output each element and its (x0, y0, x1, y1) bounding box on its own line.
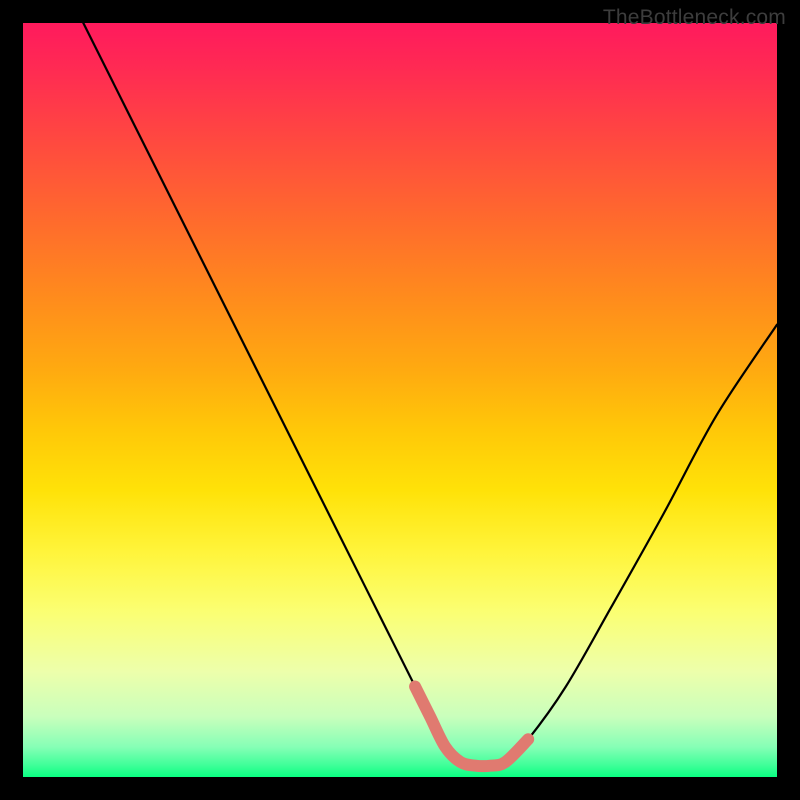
bottleneck-chart (23, 23, 777, 777)
chart-svg (23, 23, 777, 777)
bottleneck-curve-path (83, 23, 777, 766)
optimal-range-highlight-path (415, 687, 528, 767)
watermark-text: TheBottleneck.com (603, 6, 786, 30)
